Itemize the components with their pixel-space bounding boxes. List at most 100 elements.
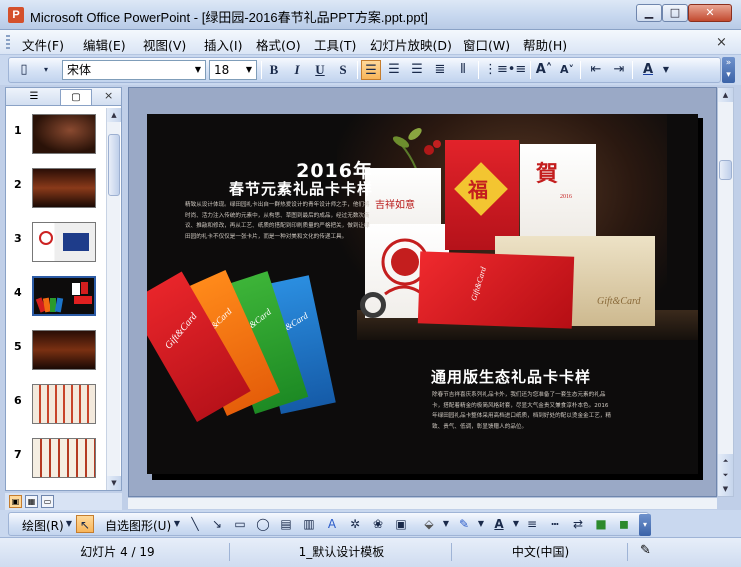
spelling-check-icon[interactable]: ✎ bbox=[640, 543, 651, 558]
horizontal-scrollbar[interactable] bbox=[128, 497, 717, 509]
chevron-down-icon[interactable]: ▼ bbox=[472, 515, 490, 533]
toolbar-options-icon[interactable]: » ▾ bbox=[722, 57, 735, 83]
menu-help[interactable]: 帮助(H) bbox=[523, 35, 567, 54]
scroll-up-icon[interactable]: ▲ bbox=[718, 88, 733, 102]
decrease-indent-icon[interactable]: ⇤ bbox=[586, 60, 606, 80]
slide-thumbnail-1[interactable] bbox=[32, 114, 96, 154]
increase-indent-icon[interactable]: ⇥ bbox=[609, 60, 629, 80]
font-color-icon[interactable]: A bbox=[638, 60, 658, 80]
thumbnail-scrollbar[interactable]: ▲ ▼ bbox=[106, 108, 121, 490]
oval-tool-icon[interactable]: ◯ bbox=[254, 515, 272, 533]
thumbnail-row-1[interactable]: 1 bbox=[6, 110, 106, 158]
slide-heading-spring[interactable]: 春节元素礼品卡卡样 bbox=[185, 178, 373, 199]
font-color-icon[interactable]: A bbox=[490, 515, 508, 533]
select-pointer-icon[interactable]: ↖ bbox=[76, 515, 94, 533]
slide-thumbnail-6[interactable] bbox=[32, 384, 96, 424]
insert-picture-icon[interactable]: ▣ bbox=[392, 515, 410, 533]
close-window-button[interactable]: ✕ bbox=[688, 4, 732, 22]
close-document-button[interactable]: × bbox=[716, 35, 727, 50]
menu-edit[interactable]: 编辑(E) bbox=[83, 35, 126, 54]
scroll-up-icon[interactable]: ▲ bbox=[107, 108, 121, 122]
line-tool-icon[interactable]: ╲ bbox=[186, 515, 204, 533]
menu-slideshow[interactable]: 幻灯片放映(D) bbox=[370, 35, 452, 54]
scrollbar-thumb[interactable] bbox=[108, 134, 120, 196]
thumbnail-row-3[interactable]: 3 bbox=[6, 218, 106, 266]
thumbnail-row-4[interactable]: 4 bbox=[6, 272, 106, 320]
italic-button[interactable]: I bbox=[287, 60, 307, 80]
bold-button[interactable]: B bbox=[264, 60, 284, 80]
bullets-icon[interactable]: •≡ bbox=[507, 60, 527, 80]
chevron-down-icon[interactable]: ▼ bbox=[437, 515, 455, 533]
line-color-icon[interactable]: ✎ bbox=[455, 515, 473, 533]
menu-view[interactable]: 视图(V) bbox=[143, 35, 186, 54]
slide-heading-general[interactable]: 通用版生态礼品卡卡样 bbox=[431, 366, 621, 387]
justify-icon[interactable]: ≣ bbox=[430, 60, 450, 80]
new-document-icon[interactable]: ▯ bbox=[14, 60, 34, 80]
normal-view-icon[interactable]: ▣ bbox=[9, 495, 22, 508]
toolbar-grip[interactable] bbox=[6, 35, 10, 50]
slide-sorter-icon[interactable]: ▦ bbox=[25, 495, 38, 508]
shadow-button[interactable]: S bbox=[333, 60, 353, 80]
numbering-icon[interactable]: ⋮≡ bbox=[484, 60, 508, 80]
next-slide-icon[interactable]: ⏷ bbox=[718, 468, 733, 482]
font-size-select[interactable]: 18 ▼ bbox=[209, 60, 257, 80]
scroll-down-icon[interactable]: ▼ bbox=[107, 476, 121, 490]
decrease-font-icon[interactable]: A˅ bbox=[557, 60, 577, 80]
line-style-icon[interactable]: ≡ bbox=[523, 515, 541, 533]
fill-color-icon[interactable]: ⬙ bbox=[420, 515, 438, 533]
wordart-icon[interactable]: A bbox=[323, 515, 341, 533]
underline-button[interactable]: U bbox=[310, 60, 330, 80]
autoshapes-menu-button[interactable]: 自选图形(U) bbox=[105, 517, 171, 534]
dash-style-icon[interactable]: ┅ bbox=[546, 515, 564, 533]
arrow-style-icon[interactable]: ⇄ bbox=[569, 515, 587, 533]
slide-thumbnail-3[interactable] bbox=[32, 222, 96, 262]
menu-format[interactable]: 格式(O) bbox=[256, 35, 301, 54]
rectangle-tool-icon[interactable]: ▭ bbox=[231, 515, 249, 533]
shadow-style-icon[interactable]: ■ bbox=[592, 515, 610, 533]
slide-paragraph-1[interactable]: 精致从设计体现。绿田园礼卡出自一群热爱设计的青年设计师之手，他们将时尚、活力注入… bbox=[185, 200, 375, 242]
slide-paragraph-2[interactable]: 除春节吉祥喜庆系列礼品卡外，我们还为您准备了一套生态元素的礼品卡，搭配着精金的极… bbox=[432, 390, 614, 432]
arrow-tool-icon[interactable]: ↘ bbox=[208, 515, 226, 533]
thumbnail-row-6[interactable]: 6 bbox=[6, 380, 106, 428]
align-left-icon[interactable]: ☰ bbox=[361, 60, 381, 80]
vertical-text-icon[interactable]: ⫴ bbox=[453, 60, 473, 80]
scrollbar-thumb[interactable] bbox=[719, 160, 732, 180]
slide-thumbnail-2[interactable] bbox=[32, 168, 96, 208]
previous-slide-icon[interactable]: ⏶ bbox=[718, 454, 733, 468]
slide-scrollbar[interactable]: ▲ ⏶ ⏷ ▼ bbox=[717, 87, 734, 497]
thumbnail-row-7[interactable]: 7 bbox=[6, 434, 106, 482]
minimize-button[interactable]: ▁ bbox=[636, 4, 662, 22]
diagram-icon[interactable]: ✲ bbox=[346, 515, 364, 533]
slide-thumbnail-7[interactable] bbox=[32, 438, 96, 478]
tab-slides[interactable]: ▢ bbox=[60, 89, 92, 105]
align-right-icon[interactable]: ☰ bbox=[407, 60, 427, 80]
thumbnail-row-5[interactable]: 5 bbox=[6, 326, 106, 374]
increase-font-icon[interactable]: A˄ bbox=[534, 60, 554, 80]
vertical-textbox-icon[interactable]: ▥ bbox=[300, 515, 318, 533]
slideshow-view-icon[interactable]: ▭ bbox=[41, 495, 54, 508]
draw-menu-button[interactable]: 绘图(R) bbox=[22, 517, 64, 534]
textbox-tool-icon[interactable]: ▤ bbox=[277, 515, 295, 533]
thumbnail-row-2[interactable]: 2 bbox=[6, 164, 106, 212]
toolbar-dropdown-icon[interactable]: ▾ bbox=[36, 60, 56, 80]
clipart-icon[interactable]: ❀ bbox=[369, 515, 387, 533]
design-template-name[interactable]: 1_默认设计模板 bbox=[232, 543, 452, 561]
toolbar-options-icon[interactable]: ▾ bbox=[639, 514, 651, 536]
align-center-icon[interactable]: ☰ bbox=[384, 60, 404, 80]
font-name-select[interactable]: 宋体 ▼ bbox=[62, 60, 206, 80]
tab-outline[interactable]: ☰ bbox=[18, 89, 50, 105]
chevron-down-icon[interactable]: ▼ bbox=[168, 515, 186, 533]
scroll-down-icon[interactable]: ▼ bbox=[718, 482, 733, 496]
slide-thumbnail-5[interactable] bbox=[32, 330, 96, 370]
menu-tools[interactable]: 工具(T) bbox=[314, 35, 356, 54]
maximize-button[interactable]: □ bbox=[662, 4, 688, 22]
powerpoint-app-icon[interactable]: P bbox=[8, 7, 24, 23]
3d-style-icon[interactable]: ◼ bbox=[615, 515, 633, 533]
chevron-down-icon[interactable]: ▼ bbox=[656, 60, 676, 80]
menu-file[interactable]: 文件(F) bbox=[22, 35, 64, 54]
close-pane-button[interactable]: × bbox=[104, 89, 113, 102]
slide-thumbnail-4-selected[interactable] bbox=[31, 275, 97, 317]
menu-insert[interactable]: 插入(I) bbox=[204, 35, 242, 54]
menu-window[interactable]: 窗口(W) bbox=[463, 35, 510, 54]
current-slide[interactable]: 吉祥如意 福 賀 2016 Gift&Card Gift&Card Gift&C… bbox=[147, 114, 698, 474]
